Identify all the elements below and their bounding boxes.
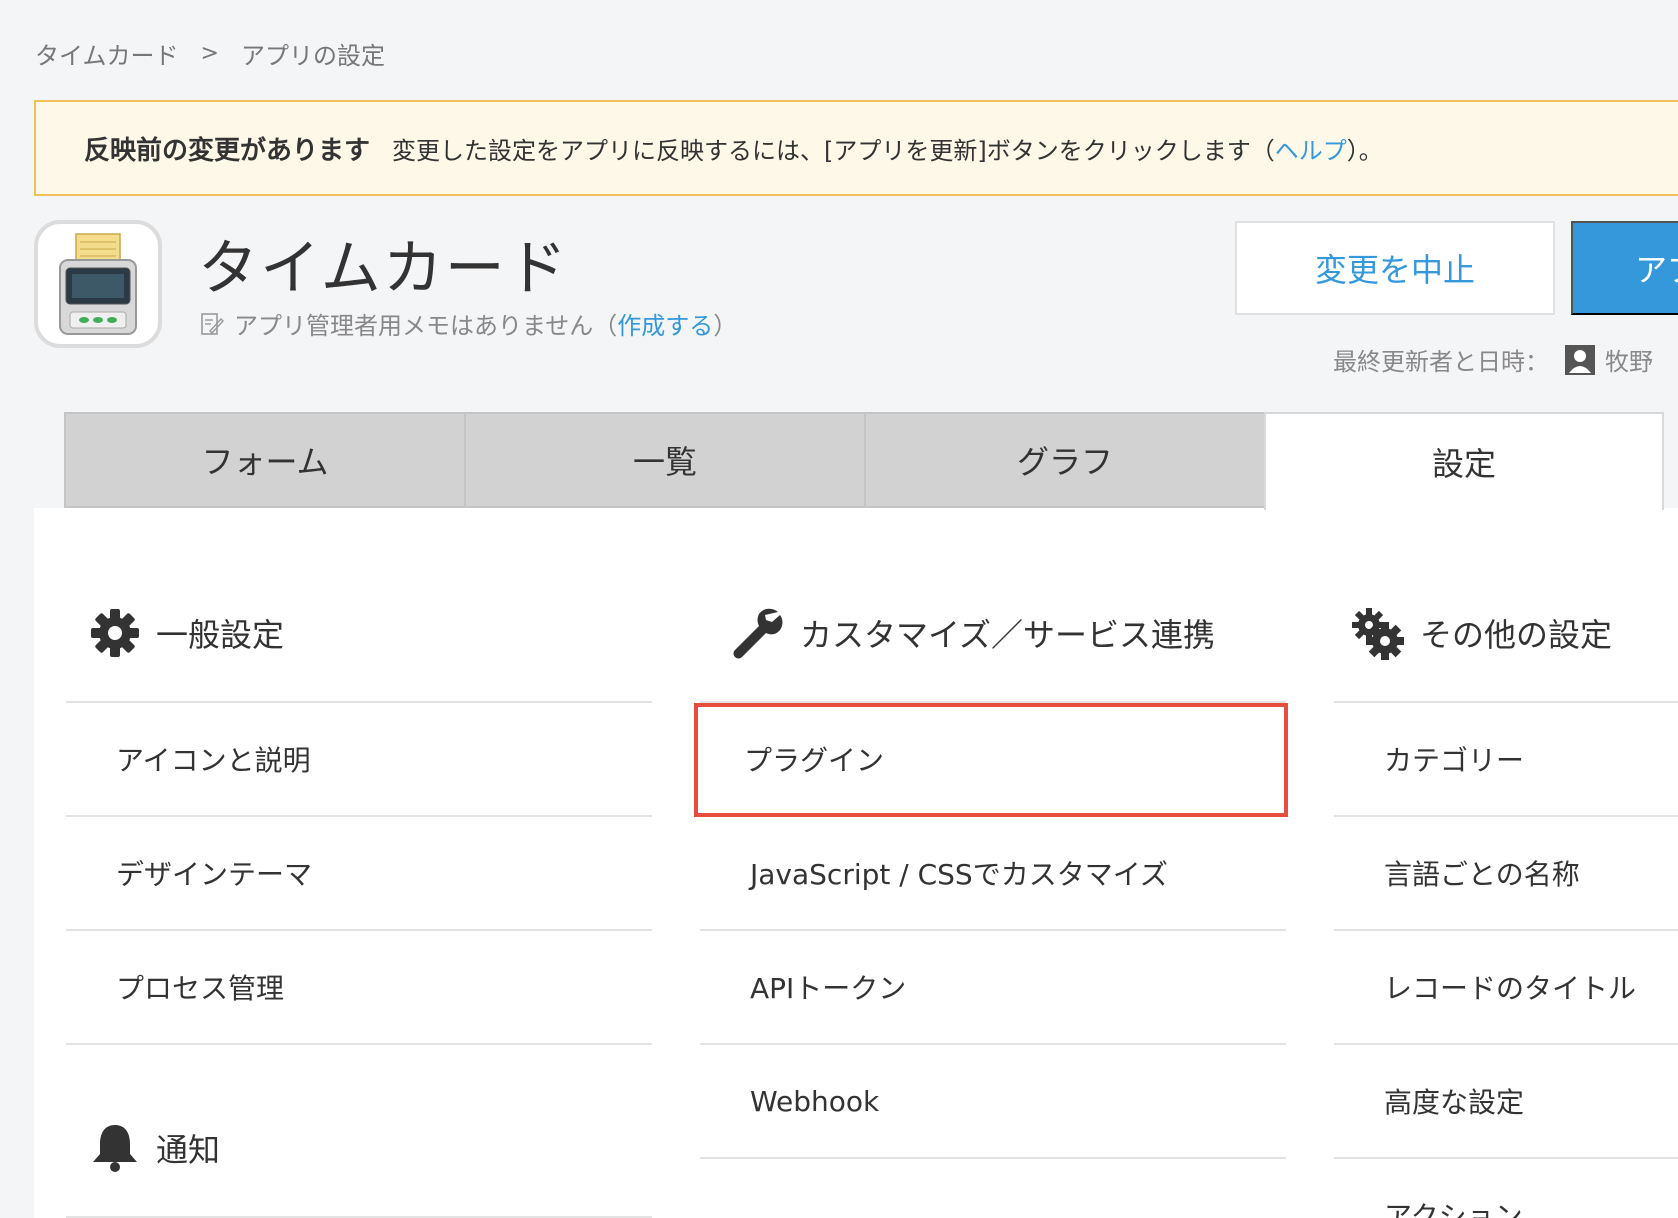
other-items: カテゴリー 言語ごとの名称 レコードのタイトル 高度な設定 アクション xyxy=(1334,701,1678,1218)
last-updated: 最終更新者と日時： 牧野 xyxy=(1333,342,1653,377)
update-app-button[interactable]: アプ xyxy=(1571,221,1678,315)
item-process-management[interactable]: プロセス管理 xyxy=(66,931,652,1045)
section-notify-head: 通知 xyxy=(66,1098,652,1198)
notice-message: 変更した設定をアプリに反映するには、[アプリを更新]ボタンをクリックします（ xyxy=(392,136,1275,165)
app-title: タイムカード xyxy=(198,234,569,304)
tab-graph[interactable]: グラフ xyxy=(864,412,1264,508)
cancel-changes-button[interactable]: 変更を中止 xyxy=(1235,221,1555,315)
item-advanced-settings[interactable]: 高度な設定 xyxy=(1334,1045,1678,1159)
user-icon xyxy=(1565,344,1595,375)
item-language-names[interactable]: 言語ごとの名称 xyxy=(1334,817,1678,931)
item-action[interactable]: アクション xyxy=(1334,1159,1678,1218)
last-updated-user[interactable]: 牧野 xyxy=(1605,342,1653,377)
section-general-title: 一般設定 xyxy=(156,616,285,654)
section-general-head: 一般設定 xyxy=(66,583,652,683)
pending-changes-notice: 反映前の変更があります 変更した設定をアプリに反映するには、[アプリを更新]ボタ… xyxy=(34,100,1678,196)
memo-edit-icon xyxy=(200,311,224,337)
breadcrumb: タイムカード > アプリの設定 xyxy=(35,36,385,71)
item-design-theme[interactable]: デザインテーマ xyxy=(66,817,652,931)
bell-icon xyxy=(90,1122,140,1174)
create-memo-link[interactable]: 作成する xyxy=(617,306,713,341)
item-webhook[interactable]: Webhook xyxy=(700,1045,1286,1159)
section-general: 一般設定 アイコンと説明 デザインテーマ プロセス管理 xyxy=(66,583,652,1045)
gear-icon xyxy=(90,608,140,658)
section-customize: カスタマイズ／サービス連携 プラグイン JavaScript / CSSでカスタ… xyxy=(694,583,1288,1159)
section-other-head: その他の設定 xyxy=(1326,583,1678,683)
memo-text-end: ） xyxy=(713,312,738,340)
memo-text: アプリ管理者用メモはありません（ xyxy=(234,312,618,340)
customize-items: プラグイン JavaScript / CSSでカスタマイズ APIトークン We… xyxy=(694,701,1288,1159)
section-customize-title: カスタマイズ／サービス連携 xyxy=(800,616,1216,654)
app-memo: アプリ管理者用メモはありません（ 作成する ） xyxy=(200,306,737,341)
item-js-css-customize[interactable]: JavaScript / CSSでカスタマイズ xyxy=(700,817,1286,931)
section-notify: 通知 xyxy=(66,1098,652,1218)
breadcrumb-current: アプリの設定 xyxy=(240,42,385,70)
breadcrumb-root[interactable]: タイムカード xyxy=(35,36,179,71)
app-icon xyxy=(34,220,162,348)
general-items: アイコンと説明 デザインテーマ プロセス管理 xyxy=(66,701,652,1045)
gears-icon xyxy=(1350,606,1404,660)
page: タイムカード > アプリの設定 反映前の変更があります 変更した設定をアプリに反… xyxy=(0,0,1678,1218)
section-customize-head: カスタマイズ／サービス連携 xyxy=(670,583,1286,683)
settings-panel: 一般設定 アイコンと説明 デザインテーマ プロセス管理 通知 カスタマイズ／サー… xyxy=(34,508,1678,1218)
settings-tabs: フォーム 一覧 グラフ 設定 xyxy=(64,412,1664,510)
item-category[interactable]: カテゴリー xyxy=(1334,703,1678,817)
notice-message-end: ）。 xyxy=(1346,136,1383,165)
item-api-token[interactable]: APIトークン xyxy=(700,931,1286,1045)
section-other: その他の設定 カテゴリー 言語ごとの名称 レコードのタイトル 高度な設定 アクシ… xyxy=(1334,583,1678,1218)
help-link[interactable]: ヘルプ xyxy=(1275,131,1347,166)
tab-list[interactable]: 一覧 xyxy=(464,412,864,508)
item-plugin[interactable]: プラグイン xyxy=(694,703,1288,817)
wrench-icon xyxy=(730,606,784,660)
breadcrumb-separator: > xyxy=(200,41,219,66)
notice-title: 反映前の変更があります xyxy=(84,135,371,166)
item-icon-description[interactable]: アイコンと説明 xyxy=(66,703,652,817)
tab-form[interactable]: フォーム xyxy=(64,412,464,508)
section-other-title: その他の設定 xyxy=(1420,616,1613,654)
tab-settings[interactable]: 設定 xyxy=(1264,412,1664,510)
item-record-title[interactable]: レコードのタイトル xyxy=(1334,931,1678,1045)
section-notify-title: 通知 xyxy=(156,1131,221,1169)
last-updated-label: 最終更新者と日時： xyxy=(1333,348,1549,376)
